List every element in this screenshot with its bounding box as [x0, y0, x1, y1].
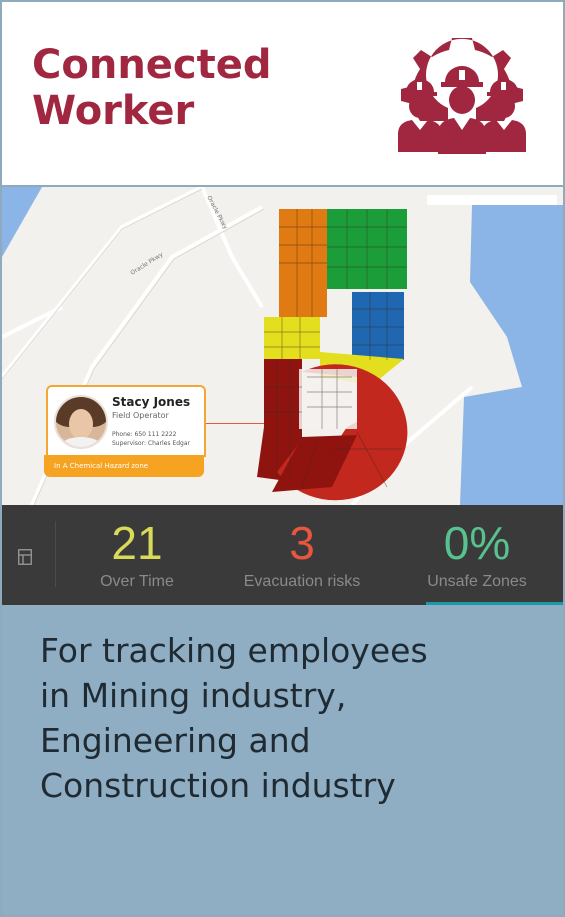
worker-card[interactable]: Stacy Jones Field Operator Phone: 650 11…: [46, 385, 206, 457]
active-tab-indicator: [426, 602, 563, 605]
workers-gear-icon: [398, 38, 526, 154]
description-line-2: in Mining industry,: [40, 676, 347, 715]
title-line-2: Worker: [32, 88, 195, 134]
stat-value: 0%: [443, 517, 511, 569]
facility-map[interactable]: Oracle Pkwy Oracle Pkwy Stacy Jones Fiel…: [2, 187, 563, 505]
stat-label: Over Time: [100, 573, 174, 590]
worker-status-badge: In A Chemical Hazard zone: [44, 455, 204, 477]
description-line-4: Construction industry: [40, 766, 396, 805]
stat-over-time[interactable]: 21 Over Time: [82, 515, 192, 591]
description-text: For tracking employees in Mining industr…: [40, 628, 540, 808]
app-frame: Connected Worker Oracle Pkwy Oracle Pkwy…: [0, 0, 565, 917]
title-line-1: Connected: [32, 42, 272, 88]
page-title: Connected Worker: [32, 42, 272, 134]
stats-divider: [55, 521, 56, 587]
stat-evacuation-risks[interactable]: 3 Evacuation risks: [222, 515, 382, 591]
worker-supervisor: Supervisor: Charles Edgar: [112, 440, 190, 447]
worker-name: Stacy Jones: [112, 395, 191, 409]
description-line-1: For tracking employees: [40, 631, 428, 670]
dashboard-layout-icon[interactable]: [18, 549, 32, 565]
stat-label: Evacuation risks: [243, 573, 361, 590]
stats-bar: 21 Over Time 3 Evacuation risks 0% Unsaf…: [2, 505, 563, 605]
worker-role: Field Operator: [112, 411, 169, 420]
map-search-strip[interactable]: [427, 195, 557, 205]
stat-label: Unsafe Zones: [427, 573, 527, 590]
description-line-3: Engineering and: [40, 721, 311, 760]
avatar: [54, 395, 108, 449]
worker-phone: Phone: 650 111 2222: [112, 431, 177, 438]
stat-value: 3: [289, 517, 315, 569]
stat-unsafe-zones[interactable]: 0% Unsafe Zones: [412, 515, 542, 591]
header: Connected Worker: [2, 2, 563, 187]
stat-value: 21: [111, 517, 163, 569]
worker-connector-line: [202, 423, 264, 424]
